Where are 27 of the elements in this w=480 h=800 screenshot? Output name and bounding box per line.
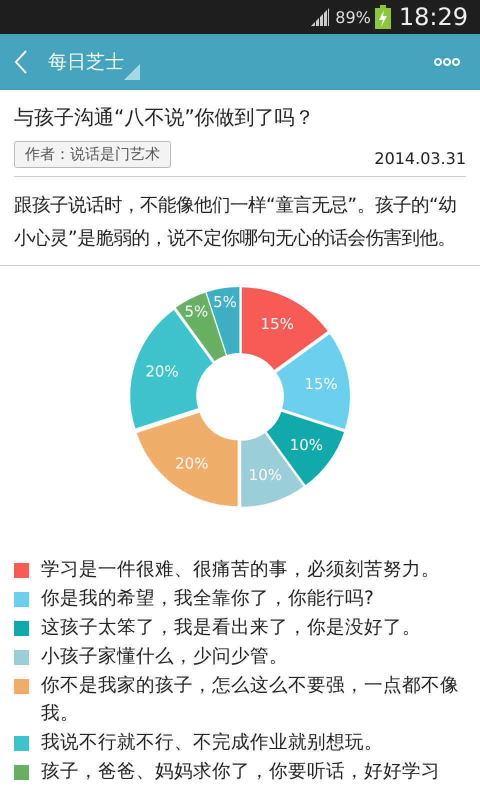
charging-battery-icon — [374, 5, 391, 29]
article-intro: 跟孩子说话时，不能像他们一样“童言无忌”。孩子的“幼小心灵”是脆弱的，说不定你哪句无心的话会伤害到他。 — [14, 194, 458, 251]
legend-label: 你是我的希望，我全靠你了，你能行吗? — [41, 587, 374, 611]
article-title: 与孩子沟通“八不说”你做到了吗？ — [14, 104, 316, 131]
legend-label: 孩子，爸爸、妈妈求你了，你要听话，好好学习 — [41, 760, 440, 784]
legend-label: 我说不行就不行、不完成作业就别想玩。 — [41, 731, 383, 755]
slice-label: 10% — [248, 466, 282, 484]
slice-label: 5% — [213, 293, 237, 312]
legend-label: 这孩子太笨了，我是看出来了，你是没好了。 — [41, 616, 421, 640]
battery-percent: 89% — [335, 8, 371, 26]
signal-icon — [311, 8, 332, 26]
slice-label: 20% — [145, 362, 179, 381]
slice-label: 20% — [175, 454, 208, 472]
article-date: 2014.03.31 — [374, 149, 466, 168]
slice-label: 15% — [260, 314, 294, 333]
legend-label: 你不是我家的孩子，怎么这么不要强，一点都不像我。 — [41, 674, 460, 726]
slice-label: 15% — [304, 375, 338, 394]
clock-time: 18:29 — [398, 3, 468, 31]
more-icon[interactable] — [434, 58, 460, 66]
back-icon[interactable] — [14, 50, 28, 74]
author-tag: 作者：说话是门艺术 — [14, 141, 171, 168]
corner-triangle-icon[interactable] — [124, 64, 140, 80]
slice-label: 5% — [184, 302, 208, 320]
legend-label: 小孩子家懂什么，少问少管。 — [41, 645, 288, 669]
legend-label: 学习是一件很难、很痛苦的事，必须刻苦努力。 — [41, 558, 440, 582]
slice-label: 10% — [290, 436, 323, 454]
app-title: 每日芝士 — [48, 50, 124, 75]
